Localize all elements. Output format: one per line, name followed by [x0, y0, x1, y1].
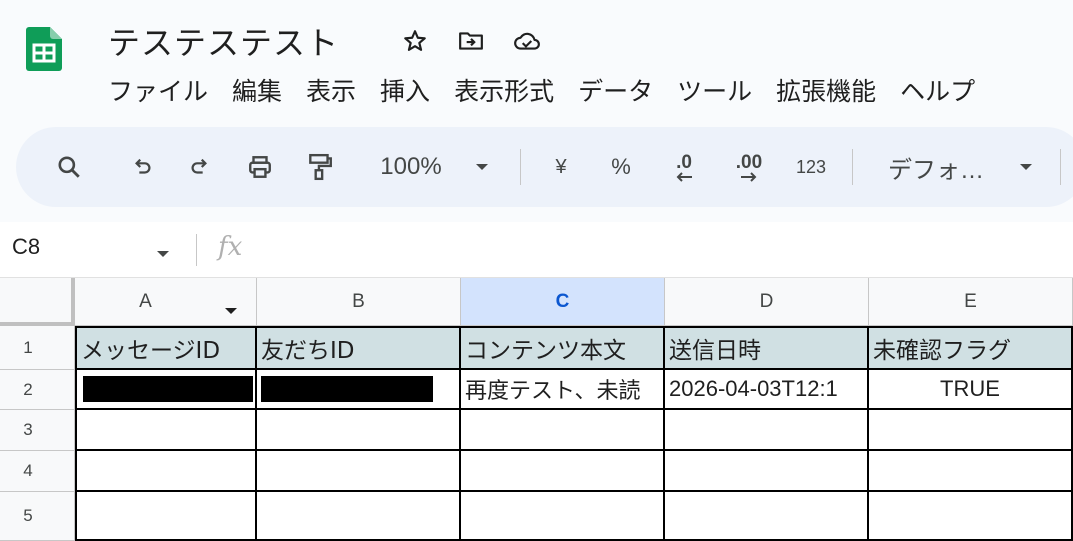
- toolbar-divider: [520, 149, 521, 185]
- print-icon[interactable]: [242, 127, 278, 207]
- menu-edit[interactable]: 編集: [232, 72, 282, 108]
- move-folder-icon[interactable]: [454, 24, 488, 58]
- cell-d3[interactable]: [665, 410, 869, 451]
- row-header-3[interactable]: 3: [0, 410, 75, 451]
- title-actions: [398, 24, 544, 58]
- column-header-e[interactable]: E: [869, 278, 1073, 326]
- chevron-down-icon[interactable]: [1016, 127, 1036, 207]
- cell-c3[interactable]: [461, 410, 665, 451]
- chevron-down-icon[interactable]: [156, 246, 170, 264]
- cell-e1[interactable]: 未確認フラグ: [869, 326, 1073, 370]
- sheets-logo-icon[interactable]: [26, 27, 62, 97]
- zoom-select[interactable]: 100%: [372, 127, 450, 207]
- column-header-c[interactable]: C: [461, 278, 665, 326]
- name-box[interactable]: C8: [12, 234, 40, 260]
- redacted-block: [83, 376, 253, 402]
- column-header-a[interactable]: A: [75, 278, 257, 326]
- menu-insert[interactable]: 挿入: [380, 72, 430, 108]
- sheets-window: テステステスト ファイル 編集 表示 挿入 表示形式 データ ツール 拡張機能 …: [0, 0, 1073, 541]
- formula-divider: [196, 234, 197, 266]
- toolbar-divider: [1060, 149, 1061, 185]
- menu-tools[interactable]: ツール: [677, 72, 752, 108]
- toolbar-divider: [852, 149, 853, 185]
- cell-d1[interactable]: 送信日時: [665, 326, 869, 370]
- cell-b1[interactable]: 友だちID: [257, 326, 461, 370]
- undo-icon[interactable]: [126, 127, 160, 207]
- cell-d4[interactable]: [665, 451, 869, 492]
- percent-format-button[interactable]: %: [606, 127, 636, 207]
- formula-bar: C8 fx: [0, 222, 1073, 278]
- menu-file[interactable]: ファイル: [108, 72, 208, 108]
- font-select[interactable]: デフォ…: [876, 127, 996, 207]
- menu-format[interactable]: 表示形式: [454, 72, 554, 108]
- cell-c5[interactable]: [461, 492, 665, 541]
- cell-c1[interactable]: コンテンツ本文: [461, 326, 665, 370]
- cell-a5[interactable]: [75, 492, 257, 541]
- increase-decimal-button[interactable]: .00: [724, 127, 774, 207]
- star-icon[interactable]: [398, 24, 432, 58]
- cell-a1[interactable]: メッセージID: [75, 326, 257, 370]
- cell-b3[interactable]: [257, 410, 461, 451]
- paint-format-icon[interactable]: [302, 127, 338, 207]
- cell-d5[interactable]: [665, 492, 869, 541]
- row-header-2[interactable]: 2: [0, 370, 75, 410]
- row-header-5[interactable]: 5: [0, 492, 75, 541]
- currency-format-button[interactable]: ¥: [546, 127, 576, 207]
- fx-icon: fx: [218, 232, 243, 262]
- menu-help[interactable]: ヘルプ: [900, 72, 975, 108]
- search-icon[interactable]: [52, 127, 86, 207]
- cell-e3[interactable]: [869, 410, 1073, 451]
- app-header: テステステスト ファイル 編集 表示 挿入 表示形式 データ ツール 拡張機能 …: [0, 0, 1073, 120]
- cloud-saved-icon[interactable]: [510, 24, 544, 58]
- cell-a3[interactable]: [75, 410, 257, 451]
- decrease-decimal-button[interactable]: .0: [662, 127, 706, 207]
- row-header-4[interactable]: 4: [0, 451, 75, 492]
- row-header-1[interactable]: 1: [0, 326, 75, 370]
- column-header-d[interactable]: D: [665, 278, 869, 326]
- spreadsheet-grid: A B C D E 1 2 3 4 5 メッセージID 友だちID コンテンツ本…: [0, 278, 1073, 541]
- cell-c4[interactable]: [461, 451, 665, 492]
- cell-b4[interactable]: [257, 451, 461, 492]
- menu-extensions[interactable]: 拡張機能: [776, 72, 876, 108]
- cell-e5[interactable]: [869, 492, 1073, 541]
- column-header-b[interactable]: B: [257, 278, 461, 326]
- menu-bar: ファイル 編集 表示 挿入 表示形式 データ ツール 拡張機能 ヘルプ: [108, 72, 999, 108]
- redo-icon[interactable]: [182, 127, 216, 207]
- cell-e4[interactable]: [869, 451, 1073, 492]
- column-header-label: A: [139, 290, 152, 312]
- increase-decimal-label: .00: [735, 151, 763, 173]
- toolbar: 100% ¥ % .0 .00 123 デフォ…: [16, 127, 1073, 207]
- redacted-block: [261, 376, 433, 402]
- menu-view[interactable]: 表示: [306, 72, 356, 108]
- arrow-right-icon: [741, 171, 757, 182]
- cell-a2[interactable]: [75, 370, 257, 410]
- chevron-down-icon[interactable]: [472, 127, 492, 207]
- cell-b5[interactable]: [257, 492, 461, 541]
- document-title[interactable]: テステステスト: [108, 18, 339, 64]
- number-format-button[interactable]: 123: [788, 127, 834, 207]
- arrow-left-icon: [676, 171, 692, 182]
- cell-b2[interactable]: [257, 370, 461, 410]
- cell-c2[interactable]: 再度テスト、未読: [461, 370, 665, 410]
- cell-a4[interactable]: [75, 451, 257, 492]
- cell-d2[interactable]: 2026-04-03T12:1: [665, 370, 869, 410]
- decrease-decimal-label: .0: [676, 151, 692, 173]
- cell-e2[interactable]: TRUE: [869, 370, 1073, 410]
- menu-data[interactable]: データ: [578, 72, 653, 108]
- select-all-corner[interactable]: [0, 278, 75, 326]
- chevron-down-icon[interactable]: [224, 299, 238, 321]
